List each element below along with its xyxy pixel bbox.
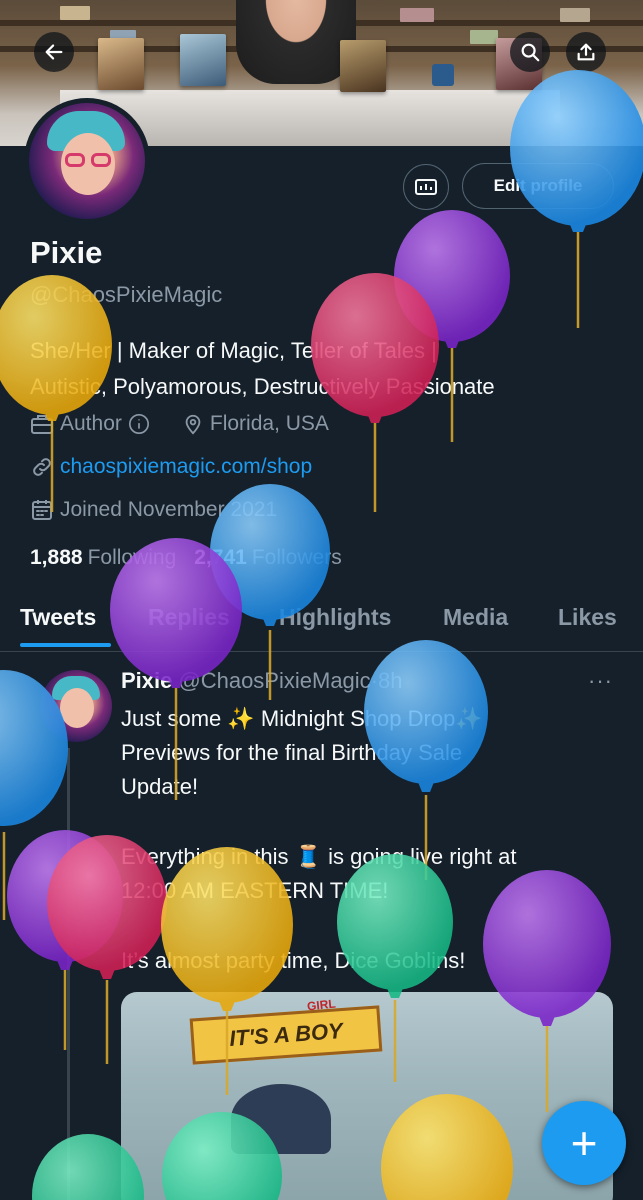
tweet-text-line: Everything in this 🧵 is going live right… [121, 844, 517, 869]
followers-label: Followers [251, 546, 342, 569]
tweet-separator: · [370, 668, 378, 693]
location-pin-icon [185, 414, 201, 435]
edit-profile-button[interactable]: Edit profile [462, 163, 614, 209]
profile-website-row: chaospixiemagic.com/shop [30, 455, 312, 479]
avatar-glasses [91, 153, 111, 167]
search-button[interactable] [510, 32, 550, 72]
banner-mug [432, 64, 454, 86]
profile-joined: Joined November 2021 [60, 498, 278, 521]
calendar-icon [32, 500, 52, 520]
tweet-media[interactable]: IT'S A BOY GIRL [121, 992, 613, 1200]
info-icon[interactable] [128, 413, 150, 435]
tweet-author-name[interactable]: Pixie [121, 668, 172, 694]
tweet-text-line: 12:00 AM EASTERN TIME! [121, 878, 389, 903]
profile-avatar[interactable] [24, 98, 150, 224]
thread-line [67, 748, 70, 1200]
tab-highlights[interactable]: Highlights [279, 604, 391, 631]
banner-person [236, 0, 356, 84]
tweet-text-line: Previews for the final Birthday Sale [121, 740, 463, 765]
tweet-text-line: Update! [121, 774, 199, 799]
bio-line: She/Her | Maker of Magic, Teller of Tale… [30, 338, 437, 363]
banner-package [60, 6, 90, 20]
avatar-image [29, 103, 145, 219]
media-sign: IT'S A BOY [189, 1005, 383, 1065]
profile-joined-row: Joined November 2021 [30, 498, 277, 522]
tweet-text-line: Just some ✨ Midnight Shop Drop✨ [121, 706, 483, 731]
followers-count: 2,741 [194, 546, 247, 569]
share-upload-icon [577, 43, 595, 61]
share-button[interactable] [566, 32, 606, 72]
tweet-more-button[interactable]: ··· [588, 668, 613, 694]
profile-name: Pixie [30, 235, 103, 270]
avatar-glasses [65, 153, 85, 167]
analytics-icon [415, 179, 437, 195]
arrow-left-icon [45, 44, 63, 60]
compose-tweet-button[interactable]: + [542, 1101, 626, 1185]
tweet-text-line: It’s almost party time, Dice Goblins! [121, 948, 466, 973]
profile-location: Florida, USA [209, 412, 329, 435]
bio-line: Autistic, Polyamorous, Destructively Pas… [30, 374, 495, 399]
following-label: Following [87, 546, 177, 569]
followers-link[interactable]: 2,741 Followers [194, 546, 341, 570]
tweet-author-handle[interactable]: @ChaosPixieMagic [178, 668, 370, 694]
active-tab-indicator [20, 643, 111, 647]
tab-replies[interactable]: Replies [148, 604, 230, 631]
banner-book [180, 34, 226, 86]
profile-website-link[interactable]: chaospixiemagic.com/shop [60, 455, 312, 479]
back-button[interactable] [34, 32, 74, 72]
media-sign-overlay: GIRL [306, 996, 337, 1014]
tab-media[interactable]: Media [443, 604, 508, 631]
avatar-face [60, 688, 94, 728]
profile-tabs: Tweets Replies Highlights Media Likes [0, 596, 643, 652]
profile-handle: @ChaosPixieMagic [30, 282, 223, 307]
professional-dashboard-button[interactable] [403, 164, 449, 210]
profile-category: Author [60, 412, 122, 435]
following-count: 1,888 [30, 546, 83, 569]
banner-package [560, 8, 590, 22]
tweet-header: Pixie @ChaosPixieMagic · 8h [121, 668, 402, 694]
profile-meta-row: Author Florida, USA [30, 412, 329, 436]
banner-book [340, 40, 386, 92]
profile-bio: She/Her | Maker of Magic, Teller of Tale… [30, 333, 620, 405]
tab-likes[interactable]: Likes [558, 604, 617, 631]
tweet-timestamp[interactable]: 8h [378, 668, 402, 694]
search-icon [521, 43, 540, 62]
balloon [394, 210, 510, 442]
link-icon [33, 458, 51, 476]
balloon [7, 830, 123, 1050]
following-link[interactable]: 1,888 Following [30, 546, 176, 570]
tweet-avatar[interactable] [40, 670, 112, 742]
follow-stats: 1,888 Following 2,741 Followers [30, 546, 342, 570]
media-window [231, 1084, 331, 1154]
banner-package [400, 8, 434, 22]
briefcase-icon [31, 415, 53, 434]
tab-tweets[interactable]: Tweets [20, 604, 96, 631]
banner-book [98, 38, 144, 90]
banner-package [470, 30, 498, 44]
